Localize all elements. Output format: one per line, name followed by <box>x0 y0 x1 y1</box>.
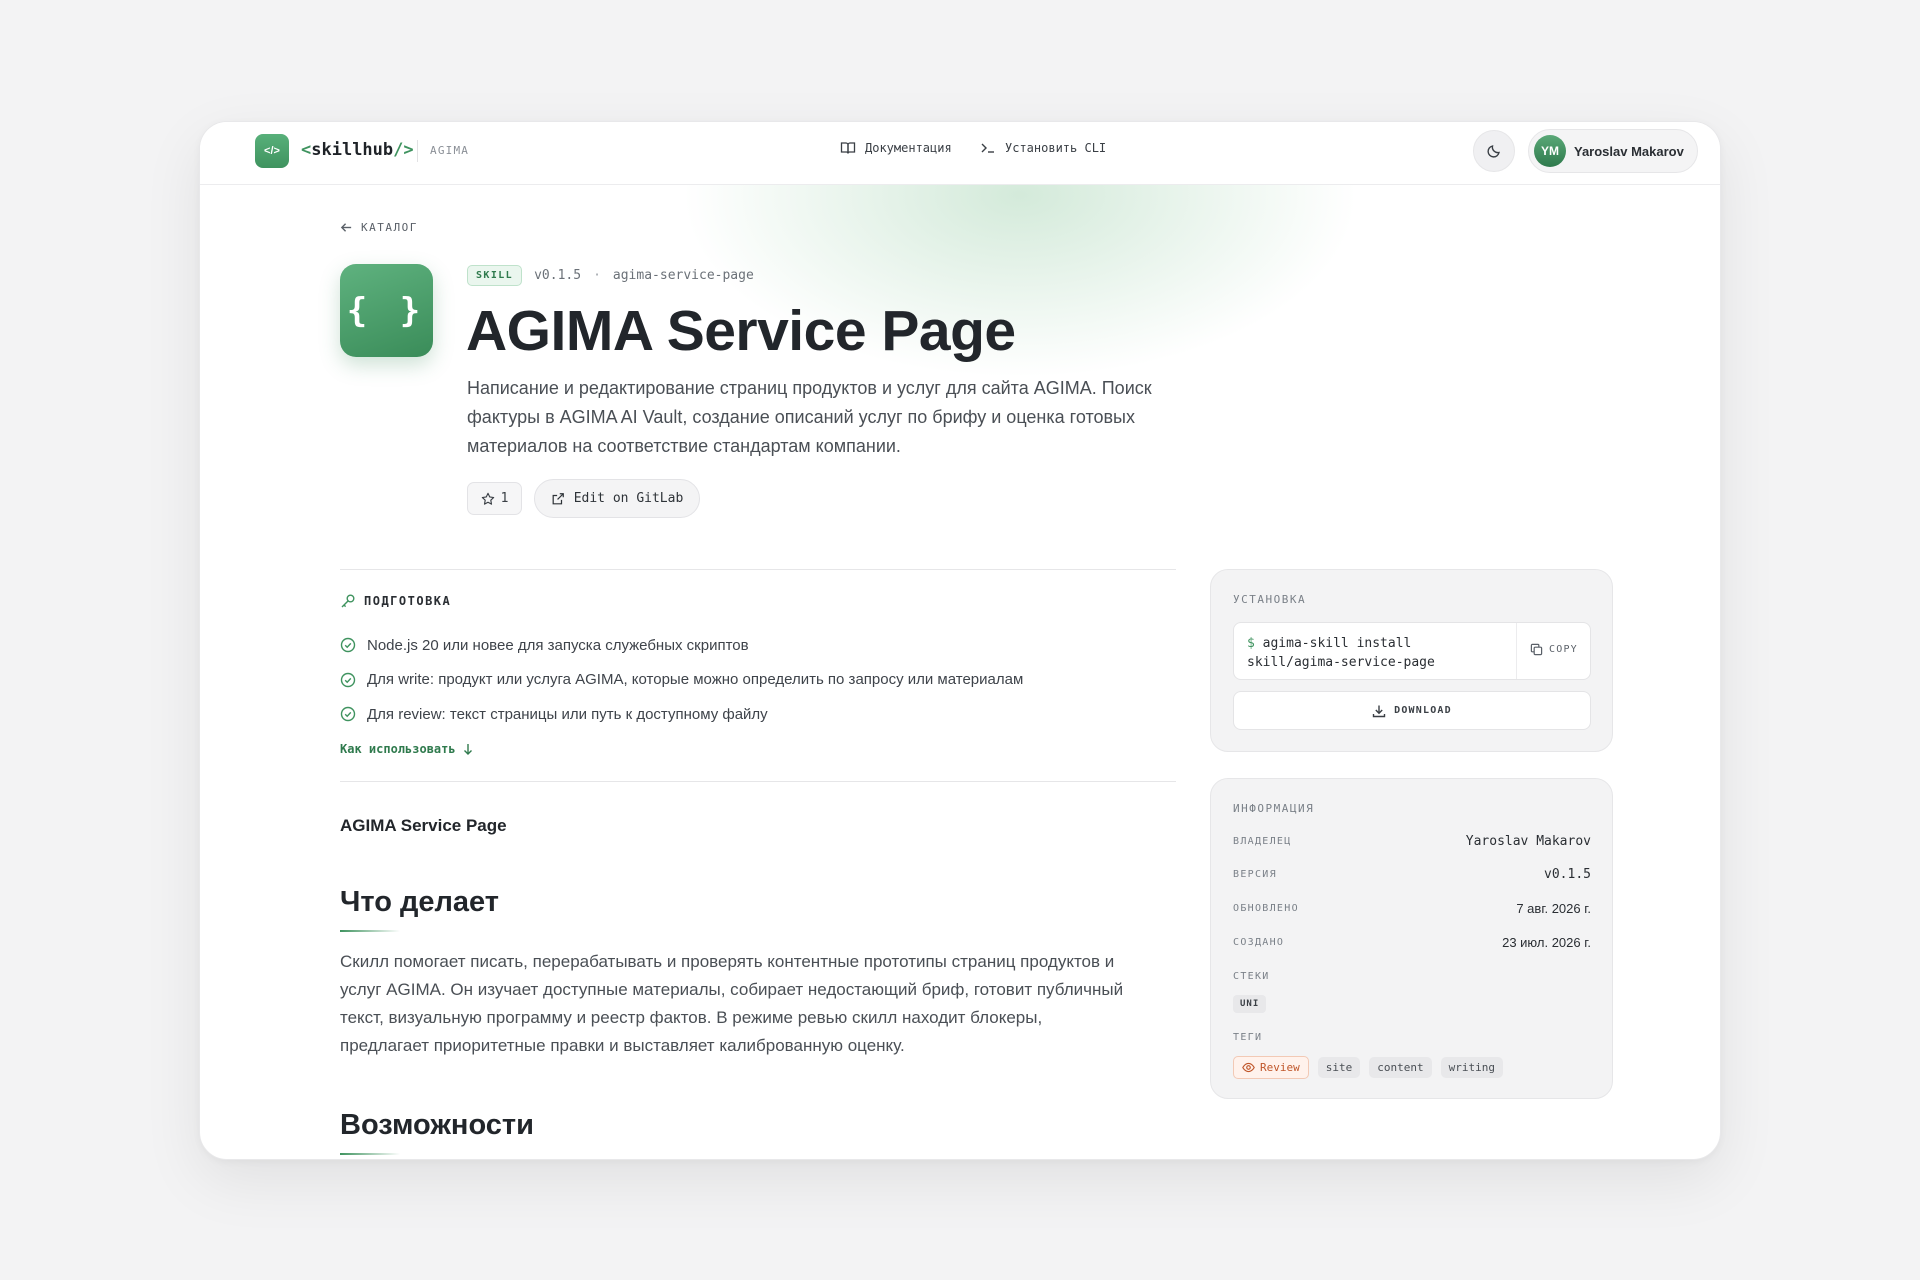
copy-label: COPY <box>1549 644 1578 655</box>
book-icon <box>840 142 856 154</box>
download-button[interactable]: DOWNLOAD <box>1233 691 1591 730</box>
nav-docs-label: Документация <box>865 141 952 155</box>
check-circle-icon <box>340 707 356 722</box>
info-value: 7 авг. 2026 г. <box>1516 901 1591 916</box>
info-row-updated: ОБНОВЛЕНО 7 авг. 2026 г. <box>1233 901 1591 916</box>
section-heading-capabilities: Возможности <box>340 1109 534 1141</box>
info-key: ОБНОВЛЕНО <box>1233 903 1299 914</box>
section-divider-middle <box>340 781 1176 782</box>
info-value: Yaroslav Makarov <box>1465 834 1591 849</box>
skill-version: v0.1.5 <box>534 268 582 283</box>
nav-install-cli-label: Установить CLI <box>1005 141 1107 155</box>
tag-review-label: Review <box>1260 1061 1300 1074</box>
key-icon <box>341 594 355 608</box>
info-row-owner: ВЛАДЕЛЕЦ Yaroslav Makarov <box>1233 834 1591 849</box>
command-line-1: agima-skill install <box>1262 636 1412 651</box>
list-item: Node.js 20 или новее для запуска служебн… <box>340 628 1023 663</box>
arrow-left-icon <box>340 223 352 232</box>
logo-wordmark[interactable]: <skillhub/> <box>301 140 414 160</box>
back-to-catalog-link[interactable]: КАТАЛОГ <box>340 221 418 234</box>
list-item: Для review: текст страницы или путь к до… <box>340 697 1023 732</box>
requirement-text: Для review: текст страницы или путь к до… <box>367 705 768 723</box>
install-command: $ agima-skill install skill/agima-servic… <box>1247 634 1507 672</box>
theme-toggle-button[interactable] <box>1473 130 1515 172</box>
skill-slug: agima-service-page <box>612 268 754 283</box>
how-to-use-link[interactable]: Как использовать <box>340 742 474 756</box>
stacks-label: СТЕКИ <box>1233 971 1270 982</box>
download-label: DOWNLOAD <box>1394 705 1452 716</box>
back-label: КАТАЛОГ <box>361 221 418 234</box>
check-circle-icon <box>340 638 356 653</box>
moon-icon <box>1487 145 1500 158</box>
install-card-label: УСТАНОВКА <box>1233 593 1307 606</box>
command-prompt: $ <box>1247 636 1255 651</box>
info-row-created: СОЗДАНО 23 июл. 2026 г. <box>1233 935 1591 950</box>
info-value: 23 июл. 2026 г. <box>1502 935 1591 950</box>
info-row-version: ВЕРСИЯ v0.1.5 <box>1233 867 1591 882</box>
stack-chip: UNI <box>1233 995 1267 1013</box>
info-key: ВЕРСИЯ <box>1233 869 1277 880</box>
check-circle-icon <box>340 672 356 687</box>
avatar: YM <box>1534 135 1566 167</box>
copy-button[interactable]: COPY <box>1530 643 1578 656</box>
star-button[interactable]: 1 <box>467 482 522 515</box>
tag-site[interactable]: site <box>1317 1057 1361 1078</box>
app-window: </> <skillhub/> AGIMA Документация Устан… <box>199 121 1721 1160</box>
requirements-list: Node.js 20 или новее для запуска служебн… <box>340 628 1023 732</box>
install-command-box[interactable]: $ agima-skill install skill/agima-servic… <box>1233 622 1591 680</box>
document-title: AGIMA Service Page <box>340 816 507 835</box>
page-title: AGIMA Service Page <box>466 299 1016 363</box>
heading-underline <box>340 930 400 932</box>
skill-type-badge: SKILL <box>467 265 523 286</box>
arrow-down-icon <box>463 744 472 755</box>
section-body-what-it-does: Скилл помогает писать, перерабатывать и … <box>340 952 1124 1055</box>
install-card: УСТАНОВКА $ agima-skill install skill/ag… <box>1210 569 1613 752</box>
info-key: СОЗДАНО <box>1233 937 1285 948</box>
tag-content[interactable]: content <box>1369 1057 1432 1078</box>
tag-writing[interactable]: writing <box>1440 1057 1503 1078</box>
skill-description: Написание и редактирование страниц проду… <box>467 378 1152 456</box>
user-menu-button[interactable]: YM Yaroslav Makarov <box>1528 129 1698 173</box>
tags-row: Review site content writing <box>1233 1056 1503 1079</box>
top-nav-bar: </> <skillhub/> AGIMA Документация Устан… <box>200 122 1720 185</box>
skill-meta-row: SKILL v0.1.5 · agima-service-page <box>467 265 754 286</box>
eye-icon <box>1242 1062 1255 1073</box>
logo-divider <box>417 140 418 162</box>
logo-icon[interactable]: </> <box>255 134 289 168</box>
info-value: v0.1.5 <box>1544 867 1591 882</box>
command-line-2: skill/agima-service-page <box>1247 655 1435 670</box>
meta-separator: · <box>593 268 601 283</box>
external-link-icon <box>552 492 564 504</box>
user-name: Yaroslav Makarov <box>1574 143 1684 159</box>
skill-braces-icon: { } <box>340 264 433 357</box>
how-to-use-label: Как использовать <box>340 742 456 756</box>
requirement-text: Node.js 20 или новее для запуска служебн… <box>367 636 749 654</box>
nav-install-cli-link[interactable]: Установить CLI <box>980 140 1106 156</box>
preparation-heading: ПОДГОТОВКА <box>340 593 451 609</box>
list-item: Для write: продукт или услуга AGIMA, кот… <box>340 663 1023 698</box>
preparation-heading-label: ПОДГОТОВКА <box>364 594 452 608</box>
logo-close: /> <box>393 140 414 160</box>
terminal-icon <box>981 143 994 153</box>
star-icon <box>481 492 494 505</box>
star-count: 1 <box>500 491 509 506</box>
download-icon <box>1372 705 1386 717</box>
section-heading-what-it-does: Что делает <box>340 886 500 918</box>
info-card-label: ИНФОРМАЦИЯ <box>1233 802 1315 815</box>
info-card: ИНФОРМАЦИЯ ВЛАДЕЛЕЦ Yaroslav Makarov ВЕР… <box>1210 778 1613 1099</box>
org-label: AGIMA <box>430 144 470 157</box>
command-divider <box>1516 623 1517 679</box>
section-divider-top <box>340 569 1176 570</box>
tag-review[interactable]: Review <box>1233 1056 1309 1079</box>
logo-open: < <box>301 140 312 160</box>
heading-underline <box>340 1153 400 1155</box>
info-key: ВЛАДЕЛЕЦ <box>1233 836 1292 847</box>
requirement-text: Для write: продукт или услуга AGIMA, кот… <box>367 671 1024 689</box>
gitlab-label: Edit on GitLab <box>573 491 684 506</box>
tags-label: ТЕГИ <box>1233 1032 1263 1043</box>
copy-icon <box>1530 643 1543 656</box>
logo-name: skillhub <box>311 140 394 160</box>
nav-docs-link[interactable]: Документация <box>840 140 952 156</box>
edit-on-gitlab-button[interactable]: Edit on GitLab <box>534 479 700 518</box>
